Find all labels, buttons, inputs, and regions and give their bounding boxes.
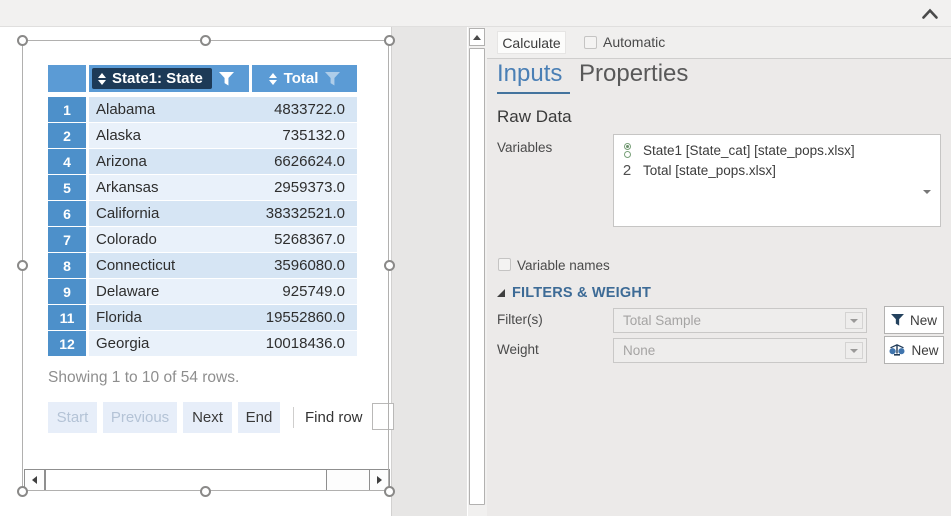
resize-handle-bottom-left[interactable] bbox=[17, 486, 28, 497]
variables-label: Variables bbox=[497, 140, 552, 155]
new-filter-button[interactable]: New bbox=[884, 306, 944, 334]
automatic-checkbox[interactable] bbox=[584, 36, 597, 49]
variables-listbox[interactable]: State1 [State_cat] [state_pops.xlsx] 2 T… bbox=[613, 134, 941, 227]
new-weight-label: New bbox=[911, 343, 938, 358]
dropdown-caret-button[interactable] bbox=[845, 312, 863, 329]
filter-dropdown-value: Total Sample bbox=[614, 313, 845, 328]
weight-scales-icon bbox=[889, 344, 905, 357]
filter-label: Filter(s) bbox=[497, 312, 543, 327]
numeric-variable-icon: 2 bbox=[620, 162, 634, 179]
calculate-button[interactable]: Calculate bbox=[497, 31, 566, 54]
resize-handle-top-right[interactable] bbox=[384, 35, 395, 46]
resize-handle-middle-left[interactable] bbox=[17, 260, 28, 271]
resize-handle-top-left[interactable] bbox=[17, 35, 28, 46]
scroll-up-button[interactable] bbox=[469, 28, 485, 46]
tab-properties[interactable]: Properties bbox=[579, 60, 688, 88]
weight-dropdown[interactable]: None bbox=[613, 338, 867, 363]
resize-handle-top-middle[interactable] bbox=[200, 35, 211, 46]
tab-inputs[interactable]: Inputs bbox=[497, 60, 562, 88]
chevron-down-icon bbox=[850, 319, 858, 323]
arrow-up-icon bbox=[473, 35, 481, 40]
variable-item-label: State1 [State_cat] [state_pops.xlsx] bbox=[643, 143, 855, 158]
variable-item-label: Total [state_pops.xlsx] bbox=[643, 163, 776, 178]
categorical-variable-icon bbox=[620, 143, 634, 158]
variable-names-label: Variable names bbox=[517, 258, 610, 273]
widget-selection-outline bbox=[22, 40, 389, 491]
top-toolbar-strip bbox=[0, 0, 951, 27]
raw-data-heading: Raw Data bbox=[497, 107, 572, 127]
filter-dropdown[interactable]: Total Sample bbox=[613, 308, 867, 333]
new-filter-label: New bbox=[910, 313, 937, 328]
chevron-down-icon[interactable] bbox=[923, 190, 931, 194]
filter-funnel-icon bbox=[891, 314, 904, 326]
active-tab-underline bbox=[497, 92, 570, 94]
collapse-triangle-icon bbox=[497, 289, 505, 297]
vertical-scrollbar-thumb[interactable] bbox=[469, 48, 485, 505]
resize-handle-bottom-right[interactable] bbox=[384, 486, 395, 497]
weight-label: Weight bbox=[497, 342, 539, 357]
variable-names-checkbox[interactable] bbox=[498, 258, 511, 271]
resize-handle-middle-right[interactable] bbox=[384, 260, 395, 271]
vertical-scrollbar[interactable] bbox=[468, 27, 487, 516]
object-inspector-panel: Calculate Automatic Inputs Properties Ra… bbox=[487, 27, 951, 516]
dropdown-caret-button[interactable] bbox=[845, 342, 863, 359]
inspector-toolbar: Calculate Automatic bbox=[487, 27, 951, 59]
variable-item[interactable]: State1 [State_cat] [state_pops.xlsx] bbox=[620, 140, 934, 160]
application-window: State1: State Total 1 Alabama bbox=[0, 0, 951, 516]
chevron-down-icon bbox=[850, 349, 858, 353]
new-weight-button[interactable]: New bbox=[884, 336, 944, 364]
chevron-up-icon[interactable] bbox=[921, 7, 939, 20]
canvas-gutter bbox=[391, 27, 467, 516]
resize-handle-bottom-middle[interactable] bbox=[200, 486, 211, 497]
filters-weight-section-header[interactable]: FILTERS & WEIGHT bbox=[497, 285, 651, 301]
weight-dropdown-value: None bbox=[614, 343, 845, 358]
variable-item[interactable]: 2 Total [state_pops.xlsx] bbox=[620, 160, 934, 180]
filters-weight-heading: FILTERS & WEIGHT bbox=[512, 285, 651, 301]
automatic-label: Automatic bbox=[603, 34, 665, 50]
